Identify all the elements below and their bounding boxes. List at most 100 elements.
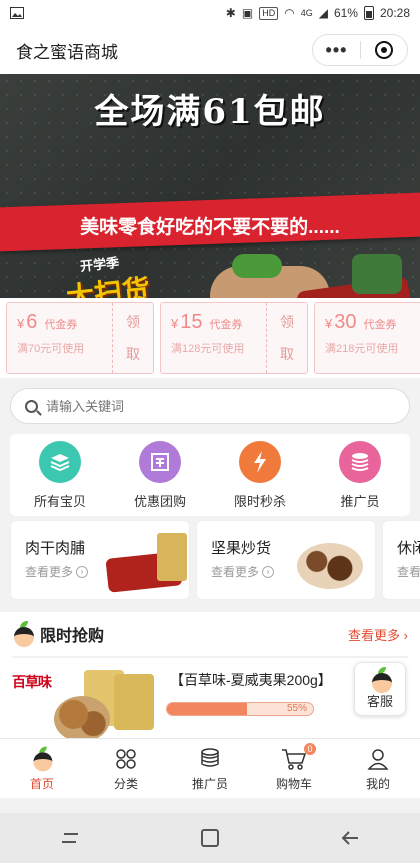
bluetooth-icon: ✱ <box>225 6 236 20</box>
category-label: 推广员 <box>340 493 380 509</box>
claim-label-top: 领 <box>126 314 140 330</box>
back-arrow-icon <box>341 831 358 845</box>
coupon-amount-line: ¥30 代金券 <box>325 311 414 334</box>
coupon-amount-line: ¥15 代金券 <box>171 311 260 334</box>
coupon-card[interactable]: ¥15 代金券 满128元可使用 领取 <box>160 302 308 374</box>
coupon-tag: 代金券 <box>363 319 397 331</box>
product-category-card[interactable]: 休闲 查看更多› <box>382 520 420 600</box>
category-nav: 所有宝贝 优惠团购 限时秒杀 推广员 <box>10 434 410 516</box>
tab-category[interactable]: 分类 <box>84 739 168 798</box>
claim-coupon-button[interactable]: 领取 <box>113 303 153 373</box>
recent-apps-button[interactable] <box>40 818 100 858</box>
home-button[interactable] <box>180 818 240 858</box>
view-more-label: 查看更多 <box>25 565 74 579</box>
user-icon <box>365 746 391 772</box>
macadamia-product-image <box>54 670 154 742</box>
search-icon <box>25 399 38 413</box>
flash-sale-title: 限时抢购 <box>40 628 105 645</box>
coupon-amount-line: ¥6 代金券 <box>17 311 106 334</box>
tab-home[interactable]: 首页 <box>0 739 84 798</box>
greens-image <box>232 254 282 278</box>
promo-banner[interactable]: 全场满61包邮 美味零食好吃的不要不要的...... 开学季 大扫货 <box>0 74 420 298</box>
battery-icon <box>363 6 374 20</box>
tab-profile[interactable]: 我的 <box>336 739 420 798</box>
sale-progress-fill <box>167 703 248 715</box>
coupon-card[interactable]: ¥30代金券 满218元可使用 领取 <box>314 302 420 374</box>
home-square-icon <box>201 829 219 847</box>
signal-icon: ◢ <box>318 6 328 20</box>
claim-label-bottom: 取 <box>126 346 140 362</box>
category-promoter[interactable]: 推广员 <box>315 440 405 510</box>
product-category-card[interactable]: 肉干肉脯 查看更多 › <box>10 520 190 600</box>
flash-sale-header: 限时抢购 查看更多 › <box>0 612 420 656</box>
bottom-tab-bar: 首页 分类 推广员 0 购物车 我的 <box>0 738 420 798</box>
category-label: 限时秒杀 <box>233 493 286 509</box>
category-label: 所有宝贝 <box>33 493 86 509</box>
flash-sale-product-name: 【百草味-夏威夷果200g】 <box>170 672 332 688</box>
coupon-condition: 满70元可使用 <box>17 343 85 355</box>
coins-icon <box>339 440 381 483</box>
coupon-tag: 代金券 <box>209 319 243 331</box>
tab-label: 我的 <box>365 776 390 791</box>
target-icon <box>374 41 393 59</box>
product-category-card[interactable]: 坚果炒货 查看更多 › <box>196 520 376 600</box>
lightning-icon <box>239 440 281 483</box>
coupon-main: ¥30 代金券 满218元可使用 <box>315 303 420 373</box>
more-dots-icon[interactable]: ••• <box>313 41 360 59</box>
layers-icon <box>39 440 81 483</box>
tab-label: 推广员 <box>191 776 228 791</box>
claim-coupon-button[interactable]: 领取 <box>267 303 307 373</box>
view-more-link[interactable]: 查看更多› <box>211 563 275 580</box>
claim-label-bottom: 取 <box>280 346 294 362</box>
mini-program-capsule: ••• <box>312 34 408 66</box>
wifi-icon: ◠ <box>284 6 295 20</box>
category-all-items[interactable]: 所有宝贝 <box>15 440 105 510</box>
coupon-amount: 15 <box>180 311 203 333</box>
category-label: 优惠团购 <box>133 493 186 509</box>
sale-progress-bar: 55% <box>166 702 314 716</box>
chevron-right-icon: › <box>76 565 89 578</box>
product-category-name: 肉干肉脯 <box>25 540 86 557</box>
home-mascot-icon <box>29 746 55 772</box>
category-flash-sale[interactable]: 限时秒杀 <box>215 440 305 510</box>
tab-cart[interactable]: 0 购物车 <box>252 739 336 798</box>
coupon-main: ¥6 代金券 满70元可使用 <box>7 303 113 373</box>
coupon-card[interactable]: ¥6 代金券 满70元可使用 领取 <box>6 302 154 374</box>
sale-progress-label: 55% <box>286 703 307 714</box>
coupon-currency: ¥ <box>17 316 25 331</box>
packaged-jerky-image <box>352 254 402 294</box>
banner-subline: 美味零食好吃的不要不要的...... <box>80 217 340 238</box>
status-right: ✱ ▣ HD ◠ 4G ◢ 61% 20:28 <box>226 6 410 20</box>
coins-stack-icon <box>197 746 223 772</box>
customer-service-button[interactable]: 客服 <box>354 662 406 716</box>
search-input[interactable] <box>46 398 346 414</box>
hd-badge: HD <box>259 6 279 20</box>
network-label: 4G <box>300 8 313 18</box>
view-more-link[interactable]: 查看更多› <box>25 563 89 580</box>
view-more-link[interactable]: 查看更多› <box>397 563 420 580</box>
mascot-icon <box>12 621 34 647</box>
tab-label: 购物车 <box>275 776 312 791</box>
tab-label: 首页 <box>29 776 54 791</box>
coupon-main: ¥15 代金券 满128元可使用 <box>161 303 267 373</box>
coupon-amount: 30 <box>334 311 357 333</box>
close-miniprogram-button[interactable] <box>361 41 407 59</box>
search-bar[interactable] <box>10 388 410 424</box>
search-section <box>0 378 420 434</box>
nuts-product-image <box>297 543 363 589</box>
cart-count-badge: 0 <box>304 743 316 755</box>
coupon-amount: 6 <box>26 311 38 333</box>
battery-percent: 61% <box>333 6 358 20</box>
back-button[interactable] <box>320 818 380 858</box>
page-title: 食之蜜语商城 <box>16 42 118 62</box>
coupon-strip: ¥6 代金券 满70元可使用 领取 ¥15 代金券 满128元可使用 领取 ¥30 代… <box>0 298 420 378</box>
category-group-buy[interactable]: 优惠团购 <box>115 440 205 510</box>
brand-logo: 百草味 <box>12 674 52 690</box>
chevron-right-icon: › <box>262 565 275 578</box>
coupon-currency: ¥ <box>171 316 179 331</box>
tab-promoter[interactable]: 推广员 <box>168 739 252 798</box>
coupon-condition: 满128元可使用 <box>171 343 245 355</box>
coupon-currency: ¥ <box>325 316 333 331</box>
flash-sale-more-link[interactable]: 查看更多 › <box>348 625 408 644</box>
product-category-name: 坚果炒货 <box>211 540 272 557</box>
